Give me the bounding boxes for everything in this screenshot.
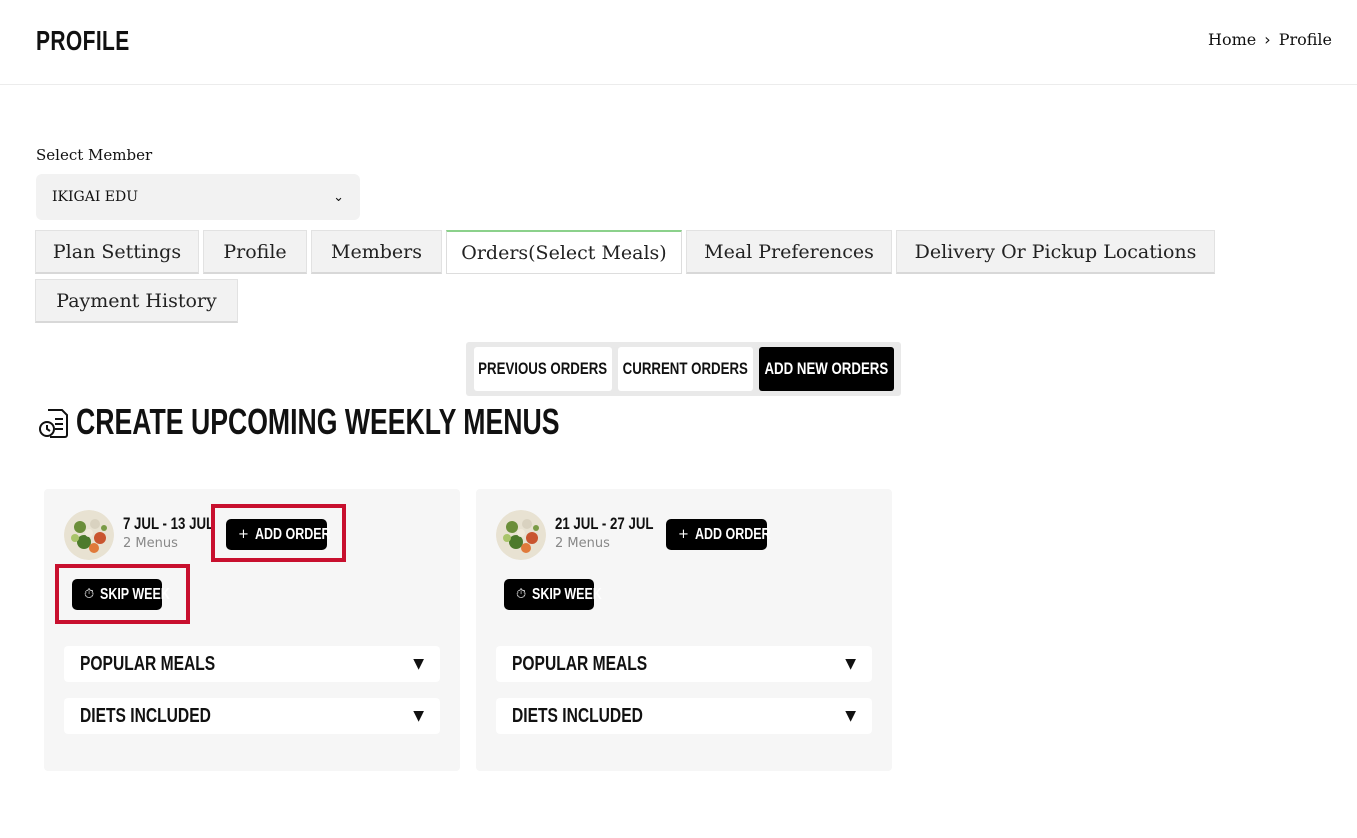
- menu-clock-icon: [39, 409, 68, 438]
- tab-meal-preferences[interactable]: Meal Preferences: [686, 230, 892, 274]
- week-card: 21 JUL - 27 JUL 2 Menus + ADD ORDER ⏱ SK…: [476, 489, 892, 771]
- skip-week-highlight: [55, 564, 190, 624]
- triangle-down-icon: ▼: [413, 708, 424, 724]
- popular-meals-accordion[interactable]: POPULAR MEALS ▼: [496, 646, 872, 682]
- diets-included-accordion[interactable]: DIETS INCLUDED ▼: [64, 698, 440, 734]
- triangle-down-icon: ▼: [413, 656, 424, 672]
- tab-label: Meal Preferences: [704, 240, 874, 263]
- tab-label: Orders(Select Meals): [461, 241, 667, 264]
- menu-count: 2 Menus: [123, 536, 178, 551]
- accordion-label: DIETS INCLUDED: [512, 704, 643, 727]
- accordion-label: DIETS INCLUDED: [80, 704, 211, 727]
- meal-thumbnail: [64, 510, 114, 560]
- chevron-down-icon: ⌄: [333, 189, 344, 205]
- tab-delivery-or-pickup-locations[interactable]: Delivery Or Pickup Locations: [896, 230, 1215, 274]
- date-range-text: 21 JUL - 27 JUL: [555, 514, 654, 533]
- tab-label: Profile: [223, 240, 287, 263]
- triangle-down-icon: ▼: [845, 708, 856, 724]
- add-new-orders-button[interactable]: ADD NEW ORDERS: [759, 347, 894, 391]
- tab-members[interactable]: Members: [311, 230, 442, 274]
- week-date-range: 21 JUL - 27 JUL: [555, 514, 681, 534]
- breadcrumb-home-link[interactable]: Home: [1208, 30, 1256, 49]
- page-title: PROFILE: [36, 25, 130, 56]
- tab-label: Delivery Or Pickup Locations: [914, 240, 1197, 263]
- page-header: PROFILE Home › Profile: [0, 0, 1357, 85]
- tab-payment-history[interactable]: Payment History: [35, 279, 238, 323]
- breadcrumb-current: Profile: [1278, 30, 1332, 49]
- add-order-label: ADD ORDER: [694, 525, 771, 543]
- meal-thumbnail: [496, 510, 546, 560]
- breadcrumb: Home › Profile: [1208, 30, 1332, 49]
- diets-included-accordion[interactable]: DIETS INCLUDED ▼: [496, 698, 872, 734]
- tab-label: Plan Settings: [52, 240, 182, 263]
- menu-count: 2 Menus: [555, 536, 610, 551]
- chevron-right-icon: ›: [1264, 30, 1271, 49]
- popular-meals-accordion[interactable]: POPULAR MEALS ▼: [64, 646, 440, 682]
- tab-orders-select-meals[interactable]: Orders(Select Meals): [446, 230, 682, 274]
- member-select-value: IKIGAI EDU: [52, 189, 139, 205]
- triangle-down-icon: ▼: [845, 656, 856, 672]
- current-orders-button[interactable]: CURRENT ORDERS: [618, 347, 753, 391]
- add-order-highlight: [211, 504, 346, 562]
- section-title: CREATE UPCOMING WEEKLY MENUS: [76, 401, 560, 442]
- tab-label: Members: [331, 240, 422, 263]
- current-orders-label: CURRENT ORDERS: [622, 359, 749, 378]
- date-range-text: 7 JUL - 13 JUL: [123, 514, 215, 533]
- member-select[interactable]: IKIGAI EDU ⌄: [36, 174, 360, 220]
- previous-orders-button[interactable]: PREVIOUS ORDERS: [474, 347, 612, 391]
- add-order-button[interactable]: + ADD ORDER: [666, 519, 771, 550]
- tab-plan-settings[interactable]: Plan Settings: [35, 230, 199, 274]
- skip-week-label: SKIP WEEK: [532, 585, 602, 603]
- previous-orders-label: PREVIOUS ORDERS: [478, 359, 608, 378]
- order-segment-control: PREVIOUS ORDERS CURRENT ORDERS ADD NEW O…: [466, 342, 901, 396]
- tab-profile[interactable]: Profile: [203, 230, 307, 274]
- accordion-label: POPULAR MEALS: [80, 652, 216, 675]
- tab-label: Payment History: [56, 289, 217, 312]
- stopwatch-icon: ⏱: [516, 587, 527, 602]
- add-new-orders-label: ADD NEW ORDERS: [764, 359, 889, 378]
- accordion-label: POPULAR MEALS: [512, 652, 648, 675]
- skip-week-button[interactable]: ⏱ SKIP WEEK: [504, 579, 602, 610]
- select-member-label: Select Member: [36, 146, 153, 164]
- plus-icon: +: [678, 527, 689, 542]
